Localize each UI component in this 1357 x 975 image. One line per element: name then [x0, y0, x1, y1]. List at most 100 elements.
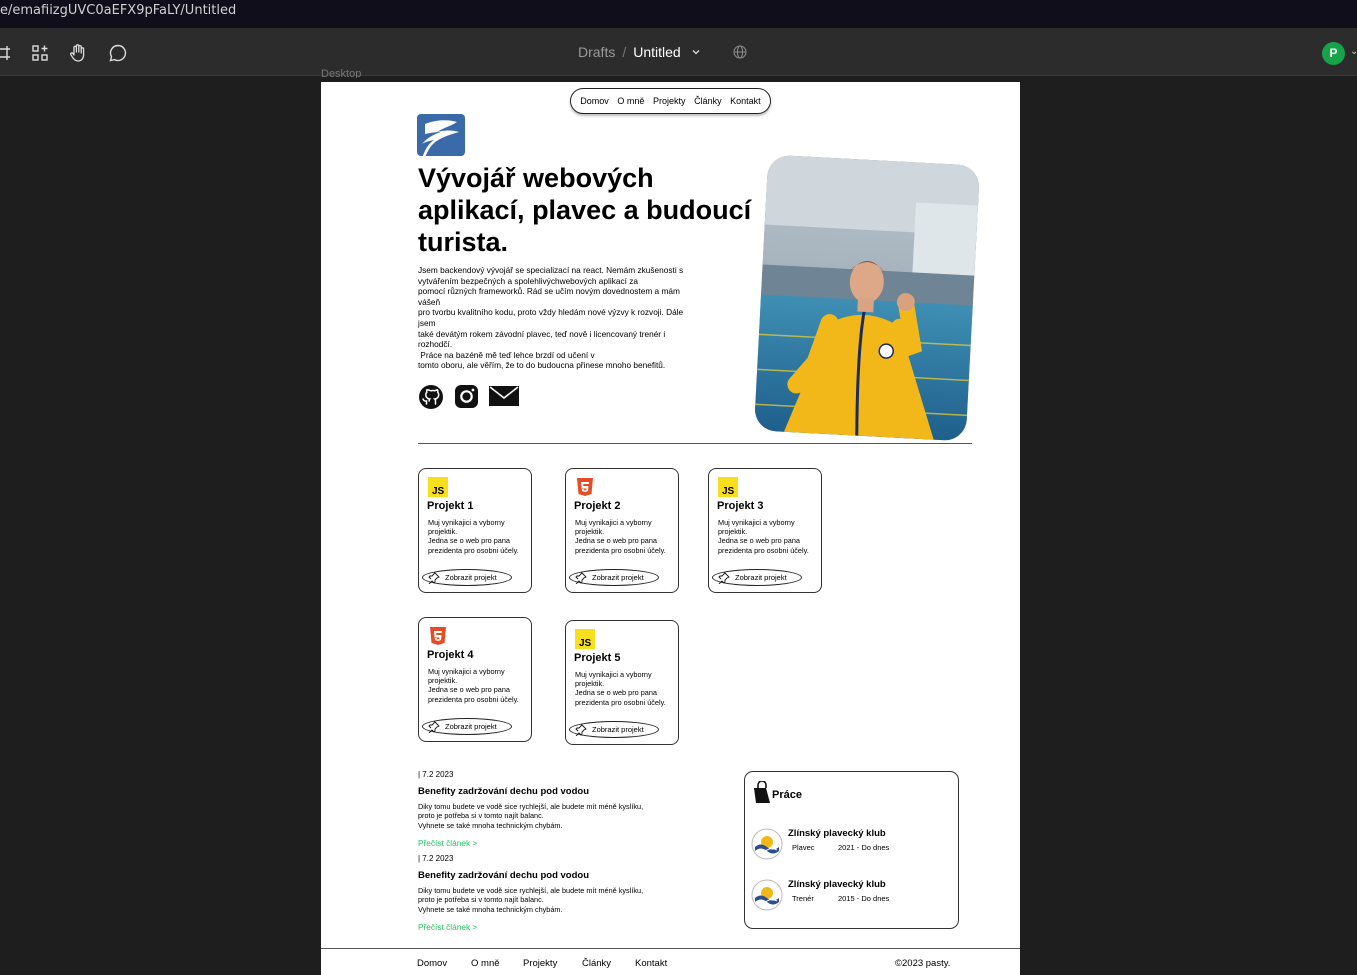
footer-link-clanky[interactable]: Články — [582, 958, 611, 969]
hero-divider — [418, 443, 972, 444]
footer-link-o-mne[interactable]: O mně — [471, 958, 500, 969]
intro-line: tomto oboru, ale věřím, že to do budoucn… — [418, 360, 666, 371]
shopping-bag-icon — [754, 781, 770, 803]
globe-icon[interactable] — [733, 45, 747, 64]
comment-icon[interactable] — [107, 42, 129, 64]
nav-o-mne[interactable]: O mně — [617, 96, 644, 106]
hero-intro: Jsem backendový vývojář se specializací … — [418, 265, 700, 371]
url-text: e/emafiizgUVC0aEFX9pFaLY/Untitled — [0, 3, 237, 18]
view-project-label: Zobrazit projekt — [445, 722, 497, 731]
description-line: Jedna se o web pro pana prezidenta pro o… — [428, 685, 519, 704]
work-title: Práce — [772, 789, 802, 801]
view-project-button[interactable]: Zobrazit projekt — [569, 721, 659, 738]
work-years: 2021 - Do dnes — [838, 843, 890, 852]
view-project-button[interactable]: Zobrazit projekt — [569, 569, 659, 586]
pin-icon — [718, 572, 730, 584]
breadcrumb-separator: / — [622, 44, 627, 60]
description-line: Muj vynikajici a vyborny projektik. — [718, 518, 795, 537]
description-line: Muj vynikajici a vyborny projektik. — [575, 670, 652, 689]
site-logo — [415, 112, 467, 167]
article-body-line: Diky tomu budete ve vodě sice rychlejší,… — [418, 886, 644, 895]
project-card[interactable]: JS Projekt 3 Muj vynikajici a vyborny pr… — [708, 468, 822, 593]
work-item: Zlínský plavecký klub Plavec 2021 - Do d… — [751, 828, 951, 864]
nav-projekty[interactable]: Projekty — [653, 96, 686, 106]
description-line: Jedna se o web pro pana prezidenta pro o… — [575, 688, 666, 707]
components-icon[interactable] — [29, 42, 51, 64]
chevron-down-icon[interactable] — [691, 47, 701, 57]
project-title: Projekt 2 — [574, 500, 621, 512]
project-title: Projekt 1 — [427, 500, 474, 512]
intro-line: Jsem backendový vývojář se specializací … — [418, 265, 684, 275]
intro-line: vytvářením bezpečných a spolehlivýchwebo… — [418, 275, 638, 286]
frame-label[interactable]: Desktop — [321, 68, 361, 78]
view-project-label: Zobrazit projekt — [735, 573, 787, 582]
intro-line: také devátým rokem závodní plavec, teď n… — [418, 328, 666, 350]
site-nav: Domov O mně Projekty Články Kontakt — [570, 88, 771, 114]
club-logo-icon — [751, 879, 783, 911]
description-line: Jedna se o web pro pana prezidenta pro o… — [428, 536, 519, 555]
view-project-button[interactable]: Zobrazit projekt — [422, 718, 512, 735]
intro-line: pro tvorbu kvalitního kodu, proto vždy h… — [418, 307, 684, 328]
project-description: Muj vynikajici a vyborny projektik. Jedna… — [428, 518, 528, 555]
project-title: Projekt 3 — [717, 500, 764, 512]
view-project-button[interactable]: Zobrazit projekt — [712, 569, 802, 586]
project-card[interactable]: JS Projekt 1 Muj vynikajici a vyborny pr… — [418, 468, 532, 593]
chevron-down-icon[interactable]: ⌄ — [1350, 46, 1357, 57]
javascript-icon: JS — [575, 629, 595, 649]
read-article-link[interactable]: Přečíst článek > — [418, 922, 708, 932]
footer-divider — [321, 948, 1020, 949]
url-bar[interactable]: e/emafiizgUVC0aEFX9pFaLY/Untitled — [0, 0, 1357, 28]
html5-icon — [430, 627, 446, 645]
hero-photo — [753, 154, 981, 442]
frame-icon[interactable] — [0, 42, 14, 64]
nav-clanky[interactable]: Články — [694, 96, 722, 106]
mail-icon[interactable] — [488, 384, 520, 413]
pin-icon — [575, 724, 587, 736]
article-date: | 7.2 2023 — [418, 854, 454, 863]
work-panel: Práce Zlínský plavecký klub Plavec 2021 … — [744, 771, 959, 929]
file-name[interactable]: Untitled — [633, 44, 680, 60]
project-title: Projekt 4 — [427, 649, 474, 661]
hand-icon[interactable] — [67, 42, 89, 64]
svg-text:JS: JS — [722, 486, 735, 497]
work-role: Plavec — [792, 843, 815, 852]
avatar[interactable]: P — [1322, 42, 1345, 65]
view-project-label: Zobrazit projekt — [592, 573, 644, 582]
pin-icon — [575, 572, 587, 584]
footer-link-projekty[interactable]: Projekty — [523, 958, 557, 969]
view-project-label: Zobrazit projekt — [592, 725, 644, 734]
html5-icon — [577, 478, 593, 496]
github-icon[interactable] — [418, 384, 444, 415]
project-title: Projekt 5 — [574, 652, 621, 664]
article-body-line: Vyhnete se také mnoha technickým chybám. — [418, 820, 563, 830]
project-card[interactable]: Projekt 4 Muj vynikajici a vyborny proje… — [418, 617, 532, 742]
view-project-label: Zobrazit projekt — [445, 573, 497, 582]
description-line: Muj vynikajici a vyborny projektik. — [428, 518, 505, 537]
nav-kontakt[interactable]: Kontakt — [730, 96, 761, 106]
nav-domov[interactable]: Domov — [580, 96, 609, 106]
instagram-icon[interactable] — [454, 384, 479, 414]
website-frame[interactable]: Domov O mně Projekty Články Kontakt Vývo… — [321, 82, 1020, 975]
javascript-icon: JS — [428, 477, 448, 497]
work-org-name: Zlínský plavecký klub — [788, 828, 886, 839]
project-description: Muj vynikajici a vyborny projektik. Jedna… — [575, 670, 675, 707]
hero-heading: Vývojář webových aplikací, plavec a budo… — [418, 163, 752, 257]
breadcrumb-drafts[interactable]: Drafts — [578, 44, 615, 60]
view-project-button[interactable]: Zobrazit projekt — [422, 569, 512, 586]
article-title: Benefity zadržování dechu pod vodou — [418, 786, 590, 797]
project-card[interactable]: JS Projekt 5 Muj vynikajici a vyborny pr… — [565, 620, 679, 745]
footer-link-kontakt[interactable]: Kontakt — [635, 958, 667, 969]
article-title: Benefity zadržování dechu pod vodou — [418, 870, 590, 881]
project-card[interactable]: Projekt 2 Muj vynikajici a vyborny proje… — [565, 468, 679, 593]
article-item: | 7.2 2023 Benefity zadržování dechu pod… — [418, 854, 708, 932]
work-years: 2015 - Do dnes — [838, 894, 890, 903]
description-line: Jedna se o web pro pana prezidenta pro o… — [718, 536, 809, 555]
read-article-link[interactable]: Přečíst článek > — [418, 838, 708, 848]
project-description: Muj vynikajici a vyborny projektik. Jedna… — [575, 518, 675, 555]
pin-icon — [428, 721, 440, 733]
article-body-line: Diky tomu budete ve vodě sice rychlejší,… — [418, 802, 644, 811]
article-body-line: Vyhnete se také mnoha technickým chybám. — [418, 904, 563, 914]
svg-text:JS: JS — [432, 486, 445, 497]
footer-link-domov[interactable]: Domov — [417, 958, 447, 969]
intro-line: Práce na bazéně mě teď lehce brzdí od uč… — [418, 349, 595, 360]
